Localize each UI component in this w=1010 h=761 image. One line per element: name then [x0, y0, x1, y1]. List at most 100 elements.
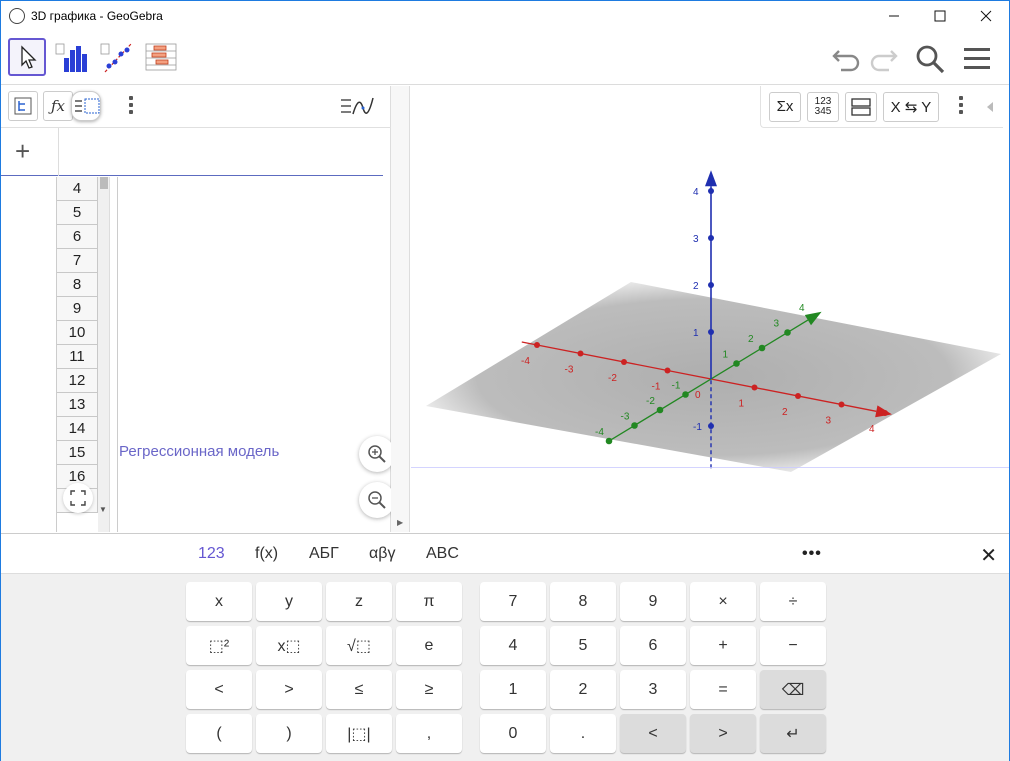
row-header[interactable]: 5 [57, 201, 98, 225]
style-bar-more-icon[interactable] [959, 96, 963, 117]
panel-more-icon[interactable] [129, 96, 133, 117]
tab-functions[interactable]: f(x) [255, 545, 278, 563]
function-inspector-button[interactable]: ƒx [43, 91, 73, 121]
maximize-icon [934, 10, 946, 22]
math-key[interactable]: > [256, 670, 322, 709]
z-axis-tick [708, 282, 714, 288]
add-object-icon[interactable]: + [15, 138, 30, 164]
math-key[interactable]: < [186, 670, 252, 709]
numpad-key[interactable]: = [690, 670, 756, 709]
tab-numbers[interactable]: 123 [198, 545, 225, 563]
y-axis-label: 3 [774, 319, 780, 330]
object-tree-button[interactable] [8, 91, 38, 121]
math-key[interactable]: y [256, 582, 322, 621]
numpad-key[interactable]: . [550, 714, 616, 753]
close-window-button[interactable] [963, 1, 1009, 31]
numpad-key[interactable]: 5 [550, 626, 616, 665]
math-key[interactable]: x [186, 582, 252, 621]
math-key[interactable]: √⬚ [326, 626, 392, 665]
graphics-toggle-button[interactable] [339, 94, 375, 125]
swap-xy-button[interactable]: X ⇆ Y [883, 91, 939, 122]
multivariable-tool-button[interactable] [142, 38, 180, 76]
row-header[interactable]: 10 [57, 321, 98, 345]
minimize-button[interactable] [871, 1, 917, 31]
two-panel-layout-button[interactable] [845, 91, 877, 122]
redo-button[interactable] [867, 43, 899, 75]
search-button[interactable] [914, 43, 946, 75]
math-key[interactable]: e [396, 626, 462, 665]
tab-latin[interactable]: ABC [426, 545, 459, 563]
panel-splitter[interactable]: ▶ [391, 86, 410, 532]
numpad-key[interactable]: ↵ [760, 714, 826, 753]
math-key[interactable]: x⬚ [256, 626, 322, 665]
bar-chart-icon [55, 43, 87, 72]
scroll-right-arrow-icon[interactable]: ▶ [397, 518, 403, 527]
keyboard-more-button[interactable]: ••• [802, 545, 822, 563]
y-axis-tick [682, 391, 689, 398]
row-header[interactable]: 13 [57, 393, 98, 417]
regression-model-label[interactable]: Регрессионная модель [119, 443, 279, 460]
show-data-button[interactable]: 123 345 [807, 91, 839, 122]
fullscreen-button[interactable] [63, 483, 93, 513]
numpad-key[interactable]: 7 [480, 582, 546, 621]
numpad-key[interactable]: × [690, 582, 756, 621]
hamburger-menu-icon [964, 48, 990, 69]
x-axis-label: 3 [826, 416, 832, 427]
math-key[interactable]: π [396, 582, 462, 621]
zoom-in-button[interactable] [359, 436, 395, 472]
row-header[interactable]: 8 [57, 273, 98, 297]
spreadsheet-style-button[interactable] [71, 91, 101, 121]
numpad-key[interactable]: 9 [620, 582, 686, 621]
numpad-key[interactable]: < [620, 714, 686, 753]
numpad-key[interactable]: − [760, 626, 826, 665]
row-header[interactable]: 15 [57, 441, 98, 465]
numpad-key[interactable]: 6 [620, 626, 686, 665]
math-key[interactable]: , [396, 714, 462, 753]
math-key[interactable]: ( [186, 714, 252, 753]
numpad-key[interactable]: 1 [480, 670, 546, 709]
numpad-key[interactable]: > [690, 714, 756, 753]
move-tool-button[interactable] [8, 38, 46, 76]
row-header[interactable]: 9 [57, 297, 98, 321]
maximize-button[interactable] [917, 1, 963, 31]
row-header[interactable]: 6 [57, 225, 98, 249]
math-key[interactable]: ) [256, 714, 322, 753]
zoom-out-button[interactable] [359, 482, 395, 518]
numpad-key[interactable]: + [690, 626, 756, 665]
row-header[interactable]: 7 [57, 249, 98, 273]
tab-greek-lower[interactable]: αβγ [369, 545, 395, 563]
main-menu-button[interactable] [962, 43, 994, 75]
numpad-key[interactable]: 8 [550, 582, 616, 621]
histogram-tool-button[interactable] [52, 38, 90, 76]
math-key[interactable]: ≤ [326, 670, 392, 709]
graphics-3d-view[interactable]: -4 -3 -2 -1 0 1 2 3 4 -4 -3 -2 -1 1 2 3 4 -1 1 2 3 4 Σx 123 3… [411, 86, 1009, 532]
show-statistics-button[interactable]: Σx [769, 91, 801, 122]
minimize-icon [889, 15, 899, 17]
two-variable-tool-button[interactable] [97, 38, 135, 76]
numpad-key[interactable]: 3 [620, 670, 686, 709]
3d-scene[interactable]: -4 -3 -2 -1 0 1 2 3 4 -4 -3 -2 -1 1 2 3 4 -1 1 2 3 4 [411, 86, 1009, 532]
close-keyboard-button[interactable]: ✕ [980, 543, 997, 568]
row-header[interactable]: 12 [57, 369, 98, 393]
numpad-key[interactable]: 0 [480, 714, 546, 753]
math-key[interactable]: z [326, 582, 392, 621]
row-header[interactable]: 14 [57, 417, 98, 441]
numpad-key[interactable]: 2 [550, 670, 616, 709]
tab-greek-upper[interactable]: АБГ [309, 545, 339, 563]
algebra-input-row[interactable]: + [1, 128, 383, 176]
y-axis-label: 2 [748, 334, 754, 345]
scrollbar-thumb[interactable] [100, 177, 108, 189]
numpad-key[interactable]: 4 [480, 626, 546, 665]
row-header[interactable]: 4 [57, 177, 98, 201]
math-key[interactable]: ≥ [396, 670, 462, 709]
numpad-key[interactable]: ÷ [760, 582, 826, 621]
math-key[interactable]: ⬚² [186, 626, 252, 665]
row-header[interactable]: 11 [57, 345, 98, 369]
spreadsheet-scrollbar[interactable]: ▼ [98, 177, 110, 532]
numpad-key[interactable]: ⌫ [760, 670, 826, 709]
function-graph-icon [341, 97, 374, 115]
scroll-down-arrow-icon[interactable]: ▼ [99, 505, 107, 514]
math-key[interactable]: |⬚| [326, 714, 392, 753]
x-axis-tick [751, 384, 758, 391]
undo-button[interactable] [831, 43, 863, 75]
